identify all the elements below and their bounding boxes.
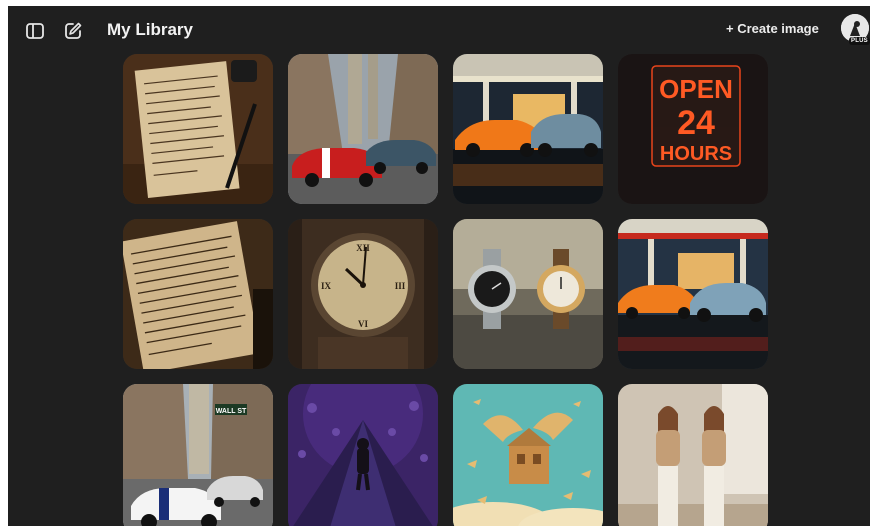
image-tile-neon-sign[interactable]: OPEN 24 HOURS — [618, 54, 768, 204]
antique-clock-image: XII III VI IX — [288, 219, 438, 369]
flying-house-image — [453, 384, 603, 526]
svg-text:IX: IX — [321, 281, 332, 291]
page-title: My Library — [107, 20, 193, 39]
image-tile-antique-clock[interactable]: XII III VI IX — [288, 219, 438, 369]
neon-open-text: OPEN — [659, 74, 733, 104]
neon-hours-text: HOURS — [660, 143, 732, 165]
user-avatar[interactable]: PLUS — [841, 14, 870, 45]
image-tile-city-sportscar[interactable] — [288, 54, 438, 204]
svg-text:XII: XII — [356, 243, 370, 253]
image-tile-letter-quill[interactable] — [123, 54, 273, 204]
new-chat-button[interactable] — [62, 20, 84, 42]
image-tile-purple-pyramid[interactable] — [288, 384, 438, 526]
plan-badge: PLUS — [849, 37, 870, 45]
letter-quill-image — [123, 54, 273, 204]
neon-sign-image: OPEN 24 HOURS — [618, 54, 768, 204]
image-tile-twin-women[interactable] — [618, 384, 768, 526]
image-grid: OPEN 24 HOURS XII III VI IX WALL ST — [123, 54, 768, 526]
library-app: My Library + Create image PLUS OPEN 24 H… — [8, 6, 870, 526]
street-sign-text: WALL ST — [216, 408, 247, 415]
image-tile-wristwatches[interactable] — [453, 219, 603, 369]
create-image-button[interactable]: + Create image — [726, 21, 819, 36]
image-tile-gas-station-cars[interactable] — [453, 54, 603, 204]
purple-pyramid-image — [288, 384, 438, 526]
new-chat-icon — [65, 22, 82, 39]
image-tile-flying-house[interactable] — [453, 384, 603, 526]
gas-station-night-image — [618, 219, 768, 369]
image-tile-gas-station-night[interactable] — [618, 219, 768, 369]
wristwatches-image — [453, 219, 603, 369]
image-tile-wall-street-car[interactable]: WALL ST — [123, 384, 273, 526]
svg-text:VI: VI — [358, 319, 368, 329]
svg-text:III: III — [395, 281, 406, 291]
gas-station-cars-image — [453, 54, 603, 204]
image-tile-handwritten-letter[interactable] — [123, 219, 273, 369]
handwritten-letter-image — [123, 219, 273, 369]
city-sportscar-image — [288, 54, 438, 204]
top-bar: My Library + Create image PLUS — [8, 6, 870, 54]
sidebar-toggle-icon — [26, 23, 44, 39]
neon-24-text: 24 — [677, 104, 715, 142]
sidebar-toggle-button[interactable] — [24, 20, 46, 42]
wall-street-car-image: WALL ST — [123, 384, 273, 526]
twin-women-image — [618, 384, 768, 526]
